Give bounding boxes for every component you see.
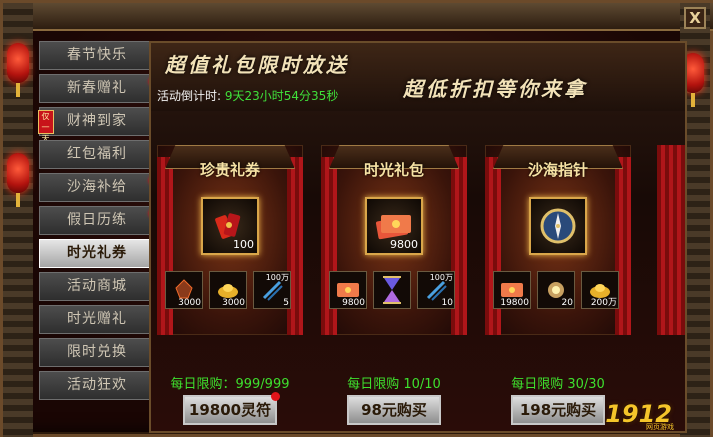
sidebar-item-desert-supply[interactable]: 沙海补给 xyxy=(39,173,158,202)
promo-banner: 超值礼包限时放送 超低折扣等你来拿 活动倒计时: 9天23小时54分35秒 xyxy=(151,43,685,111)
buy-button[interactable]: 98元购买 xyxy=(347,395,441,425)
item-quantity: 19800 xyxy=(500,298,529,308)
main-item-slot[interactable]: 9800 xyxy=(365,197,423,255)
buy-button[interactable]: 198元购买 xyxy=(511,395,605,425)
reward-row: 3000 3000 100万 5 xyxy=(165,271,295,311)
reward-slot[interactable] xyxy=(373,271,411,309)
sidebar-item-label: 时光赠礼 xyxy=(67,311,127,327)
item-quantity: 200万 xyxy=(590,298,617,308)
reward-slot[interactable]: 3000 xyxy=(209,271,247,309)
gift-card: 时光礼包 9800 9800 100万 10 每日限购 10/10 98元购买 xyxy=(321,145,467,425)
item-quantity: 3000 xyxy=(222,298,245,308)
lantern-icon xyxy=(7,153,29,207)
sidebar-item-event-carnival[interactable]: 活动狂欢 xyxy=(39,371,155,400)
sidebar-item-god-of-wealth[interactable]: 仅一天 财神到家 xyxy=(38,107,155,143)
item-quantity: 20 xyxy=(561,298,573,308)
daily-limit: 每日限购 10/10 xyxy=(347,377,441,392)
sidebar: 春节快乐 新春赠礼 仅一天 财神到家 红包福利 沙海补给 假日历练 时光礼券 活动… xyxy=(38,41,158,433)
reward-row: 19800 20 200万 xyxy=(493,271,623,311)
gift-card: 沙海指针 19800 20 200万 每日限购 30/30 198元购买 xyxy=(485,145,631,425)
buy-button-label: 198元购买 xyxy=(519,401,597,419)
compass-icon xyxy=(540,208,576,244)
daily-limit: 每日限购 30/30 xyxy=(511,377,605,392)
main-item-slot[interactable]: 100 xyxy=(201,197,259,255)
sidebar-item-label: 活动商城 xyxy=(67,278,127,294)
sidebar-item-time-gift[interactable]: 时光赠礼 xyxy=(39,305,155,334)
main-panel: 超值礼包限时放送 超低折扣等你来拿 活动倒计时: 9天23小时54分35秒 珍贵… xyxy=(149,41,687,433)
sidebar-item-red-packet[interactable]: 红包福利 xyxy=(39,140,155,169)
game-window: X 春节快乐 新春赠礼 仅一天 财神到家 红包福利 沙海补给 假日历练 时光礼券 … xyxy=(0,0,713,437)
hourglass-icon xyxy=(383,276,401,304)
reward-slot[interactable]: 20 xyxy=(537,271,575,309)
item-quantity: 9800 xyxy=(390,238,418,251)
sidebar-item-label: 财神到家 xyxy=(67,113,127,129)
reward-slot[interactable]: 100万 5 xyxy=(253,271,291,309)
sidebar-item-holiday-training[interactable]: 假日历练 xyxy=(39,206,158,235)
reward-slot[interactable]: 19800 xyxy=(493,271,531,309)
daily-limit: 每日限购：999/999 xyxy=(170,377,290,392)
top-border xyxy=(3,3,713,31)
item-quantity: 9800 xyxy=(342,298,365,308)
sidebar-item-spring-festival[interactable]: 春节快乐 xyxy=(39,41,155,70)
reward-slot[interactable]: 3000 xyxy=(165,271,203,309)
buy-button-label: 98元购买 xyxy=(361,401,427,419)
countdown-label: 活动倒计时: xyxy=(157,89,222,103)
reward-row: 9800 100万 10 xyxy=(329,271,459,311)
site-logo-subtitle: 网页游戏 xyxy=(646,423,674,431)
reward-slot[interactable]: 200万 xyxy=(581,271,619,309)
banner-title: 超值礼包限时放送 xyxy=(165,53,349,77)
arrows-icon xyxy=(262,280,283,301)
notification-dot xyxy=(271,392,280,401)
gift-card: 珍贵礼券 100 3000 3000 100万 5 每日限购：999/999 1… xyxy=(157,145,303,425)
countdown: 活动倒计时: 9天23小时54分35秒 xyxy=(157,87,338,104)
item-quantity: 100 xyxy=(233,238,254,251)
countdown-value: 9天23小时54分35秒 xyxy=(224,89,339,103)
card-title: 时光礼包 xyxy=(363,161,424,179)
buy-button[interactable]: 19800灵符 xyxy=(183,392,280,425)
sidebar-item-label: 时光礼券 xyxy=(67,245,127,261)
red-packet-icon xyxy=(375,215,411,240)
banner-subtitle: 超低折扣等你来拿 xyxy=(403,77,587,101)
lantern-icon xyxy=(7,43,29,97)
sidebar-item-new-year-gift[interactable]: 新春赠礼 xyxy=(39,74,158,103)
sidebar-item-label: 新春赠礼 xyxy=(67,80,127,96)
red-packet-icon xyxy=(337,283,359,297)
sidebar-item-event-shop[interactable]: 活动商城 xyxy=(39,272,155,301)
sidebar-item-limited-exchange[interactable]: 限时兑换 xyxy=(39,338,155,367)
sidebar-item-label: 限时兑换 xyxy=(67,344,127,360)
red-packet-icon xyxy=(501,283,523,297)
sidebar-item-label: 沙海补给 xyxy=(67,179,127,195)
sidebar-item-label: 活动狂欢 xyxy=(67,377,127,393)
card-title: 沙海指针 xyxy=(527,161,588,179)
sidebar-item-label: 红包福利 xyxy=(67,146,127,162)
next-card-peek xyxy=(657,145,685,335)
sidebar-item-label: 春节快乐 xyxy=(67,47,127,63)
reward-slot[interactable]: 100万 10 xyxy=(417,271,455,309)
one-day-tag: 仅一天 xyxy=(38,110,54,143)
item-quantity: 5 xyxy=(283,298,289,308)
item-quantity: 3000 xyxy=(178,298,201,308)
item-quantity: 10 xyxy=(441,298,453,308)
main-item-slot[interactable] xyxy=(529,197,587,255)
card-title: 珍贵礼券 xyxy=(199,161,260,179)
sidebar-item-time-coupon[interactable]: 时光礼券 xyxy=(39,239,155,268)
close-button[interactable]: X xyxy=(684,7,706,29)
reward-slot[interactable]: 9800 xyxy=(329,271,367,309)
sidebar-item-label: 假日历练 xyxy=(67,212,127,228)
buy-button-label: 19800灵符 xyxy=(188,401,272,419)
